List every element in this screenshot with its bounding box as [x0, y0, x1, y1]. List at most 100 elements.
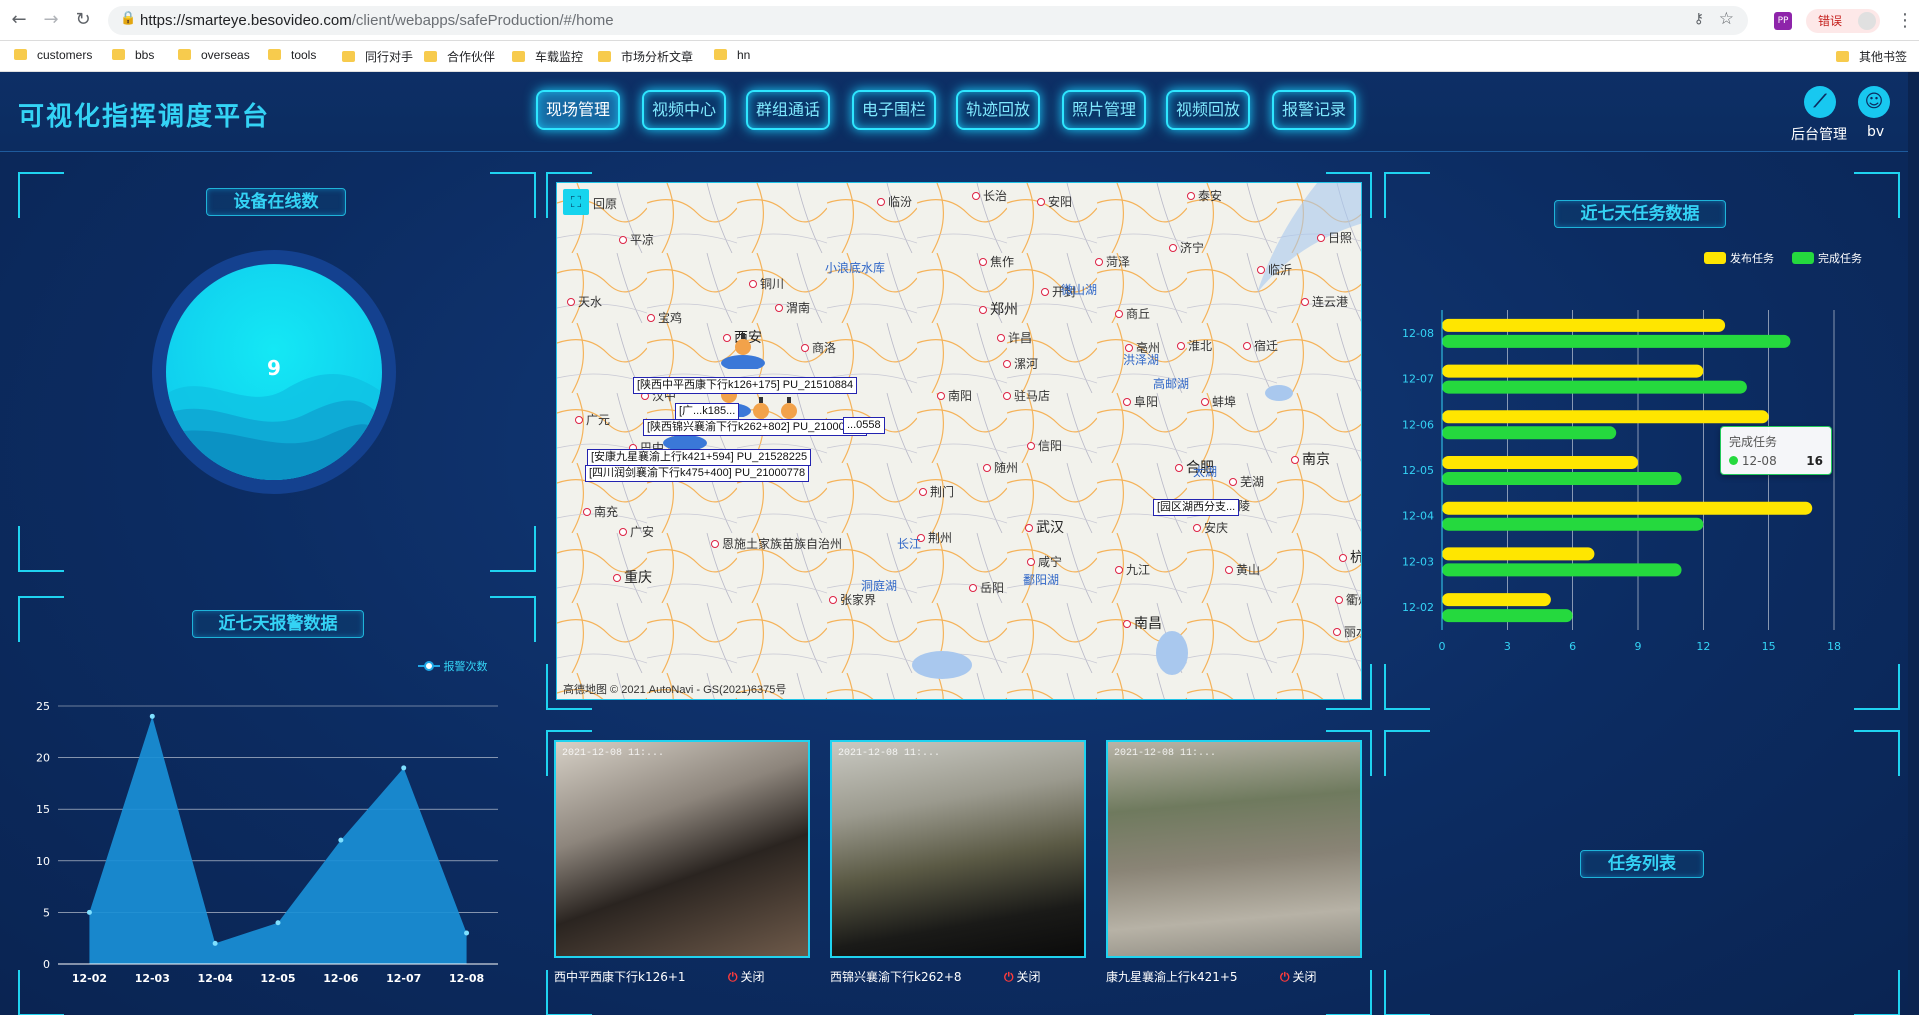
nav-tab-3[interactable]: 群组通话 [746, 90, 831, 130]
map-water-label: 洞庭湖 [861, 579, 898, 593]
address-bar[interactable]: 🔒 https://smarteye.besovideo.com/client/… [108, 6, 1748, 35]
legend-done[interactable]: 完成任务 [1792, 250, 1862, 266]
device-label[interactable]: [广...k185... [675, 403, 740, 420]
map-city-label: 菏泽 [1095, 253, 1130, 270]
map-city-label: 临沂 [1257, 261, 1292, 278]
alarm-point[interactable] [401, 765, 407, 771]
video-close-button[interactable]: ⏻ 关闭 [728, 968, 765, 985]
device-label[interactable]: ...0558 [843, 417, 885, 434]
map-city-label: 铜川 [749, 275, 784, 292]
nav-tab-5[interactable]: 轨迹回放 [956, 90, 1041, 130]
bar-done[interactable] [1442, 609, 1573, 623]
device-label[interactable]: [陕西锦兴襄渝下行k262+802] PU_21000815 [643, 419, 868, 436]
alarm-point[interactable] [212, 940, 218, 946]
folder-icon [268, 49, 281, 60]
map-city-label: 蚌埠 [1201, 393, 1236, 410]
lock-icon: 🔒 [120, 11, 137, 26]
admin-label[interactable]: 后台管理 [1791, 124, 1847, 144]
key-icon[interactable]: ⚷ [1694, 11, 1704, 27]
user-label[interactable]: bv [1867, 124, 1884, 140]
alarm-point[interactable] [275, 920, 281, 926]
video-tile[interactable]: 2021-12-08 11:... [554, 740, 810, 958]
worker-marker-icon[interactable] [721, 333, 765, 369]
browser-menu-icon[interactable]: ⋮ [1896, 10, 1914, 31]
admin-icon[interactable]: ⟋ [1804, 86, 1836, 118]
nav-tab-8[interactable]: 报警记录 [1272, 90, 1357, 130]
device-label[interactable]: [安康九星襄渝上行k421+594] PU_21528225 [587, 449, 812, 466]
alarm-point[interactable] [464, 930, 470, 936]
bookmark-item[interactable]: 车载监控 [512, 48, 583, 65]
video-tile[interactable]: 2021-12-08 11:... [1106, 740, 1362, 958]
legend-line-icon [418, 661, 440, 671]
video-caption: 康九星襄渝上行k421+5 [1106, 970, 1238, 984]
back-icon[interactable]: ← [8, 9, 30, 31]
map-city-label: 黄山 [1225, 561, 1260, 578]
video-close-button[interactable]: ⏻ 关闭 [1004, 968, 1041, 985]
bookmark-item[interactable]: overseas [178, 48, 250, 62]
nav-tab-7[interactable]: 视频回放 [1166, 90, 1251, 130]
bookmark-item[interactable]: bbs [112, 48, 154, 62]
folder-icon [1836, 51, 1849, 62]
url-text: https://smarteye.besovideo.com/client/we… [140, 12, 614, 29]
bar-done[interactable] [1442, 517, 1704, 531]
x-tick-label: 9 [1635, 640, 1642, 653]
reload-icon[interactable]: ↻ [72, 9, 94, 31]
video-close-button[interactable]: ⏻ 关闭 [1280, 968, 1317, 985]
bar-publish[interactable] [1442, 410, 1769, 424]
y-tick-label: 10 [36, 855, 50, 868]
nav-tab-4[interactable]: 电子围栏 [852, 90, 937, 130]
extension-icon[interactable]: PP [1774, 12, 1792, 30]
tooltip-value: 16 [1806, 454, 1823, 468]
map[interactable]: ⛶ 回原 临汾 长治 安阳 泰安 日照 平凉 铜川 焦作 菏泽 济宁 临沂 天水 渭南 开封 连云港 宝鸡 西安… [556, 182, 1362, 700]
bar-done[interactable] [1442, 472, 1682, 485]
map-city-label: 衢州 [1335, 591, 1361, 608]
bookmark-item[interactable]: 同行对手 [342, 48, 413, 65]
alarm-point[interactable] [338, 837, 344, 843]
platform-title: 可视化指挥调度平台 [18, 102, 271, 132]
bookmark-item[interactable]: customers [14, 48, 92, 62]
map-city-label: 驻马店 [1003, 387, 1050, 404]
error-badge[interactable]: 错误 [1806, 9, 1880, 33]
alarm-legend[interactable]: 报警次数 [418, 658, 488, 674]
video-tile[interactable]: 2021-12-08 11:... [830, 740, 1086, 958]
bookmark-item[interactable]: hn [714, 48, 750, 62]
bar-done[interactable] [1442, 426, 1617, 440]
bookmark-item[interactable]: 市场分析文章 [598, 48, 693, 65]
device-label[interactable]: [园区湖西分支... [1153, 499, 1240, 516]
map-city-label: 杭州 [1339, 547, 1361, 567]
device-label[interactable]: [四川润剑襄渝下行k475+400] PU_21000778 [585, 465, 810, 482]
bar-publish[interactable] [1442, 593, 1551, 607]
video-timestamp: 2021-12-08 11:... [1114, 748, 1217, 759]
page-scrollbar[interactable] [1908, 72, 1919, 1015]
bookmark-item[interactable]: tools [268, 48, 316, 62]
bookmark-star-icon[interactable]: ☆ [1719, 9, 1734, 29]
map-city-label: 芜湖 [1229, 473, 1264, 490]
bar-done[interactable] [1442, 563, 1682, 577]
map-city-label: 随州 [983, 459, 1018, 476]
y-tick-label: 12-02 [1402, 601, 1434, 614]
legend-publish[interactable]: 发布任务 [1704, 250, 1774, 266]
nav-tab-1[interactable]: 现场管理 [536, 90, 621, 130]
user-icon[interactable]: ☺ [1858, 86, 1890, 118]
device-label[interactable]: [陕西中平西康下行k126+175] PU_21510884 [633, 377, 858, 394]
folder-icon [598, 51, 611, 62]
alarm-point[interactable] [86, 909, 92, 915]
bar-done[interactable] [1442, 380, 1747, 394]
bar-publish[interactable] [1442, 456, 1638, 469]
bar-publish[interactable] [1442, 547, 1595, 561]
bookmark-item[interactable]: 合作伙伴 [424, 48, 495, 65]
bar-publish[interactable] [1442, 364, 1704, 378]
alarm-point[interactable] [149, 713, 155, 719]
other-bookmarks[interactable]: 其他书签 [1836, 48, 1907, 65]
map-city-label: 九江 [1115, 561, 1150, 578]
map-water-label: 小浪底水库 [825, 261, 886, 275]
bar-done[interactable] [1442, 334, 1791, 348]
video-caption: 西锦兴襄渝下行k262+8 [830, 970, 962, 984]
map-reset-button[interactable]: 回原 [593, 195, 617, 212]
bar-publish[interactable] [1442, 318, 1726, 332]
fullscreen-icon[interactable]: ⛶ [563, 189, 589, 215]
nav-tab-2[interactable]: 视频中心 [642, 90, 727, 130]
bar-publish[interactable] [1442, 501, 1813, 515]
nav-tab-6[interactable]: 照片管理 [1062, 90, 1147, 130]
forward-icon[interactable]: → [40, 9, 62, 31]
